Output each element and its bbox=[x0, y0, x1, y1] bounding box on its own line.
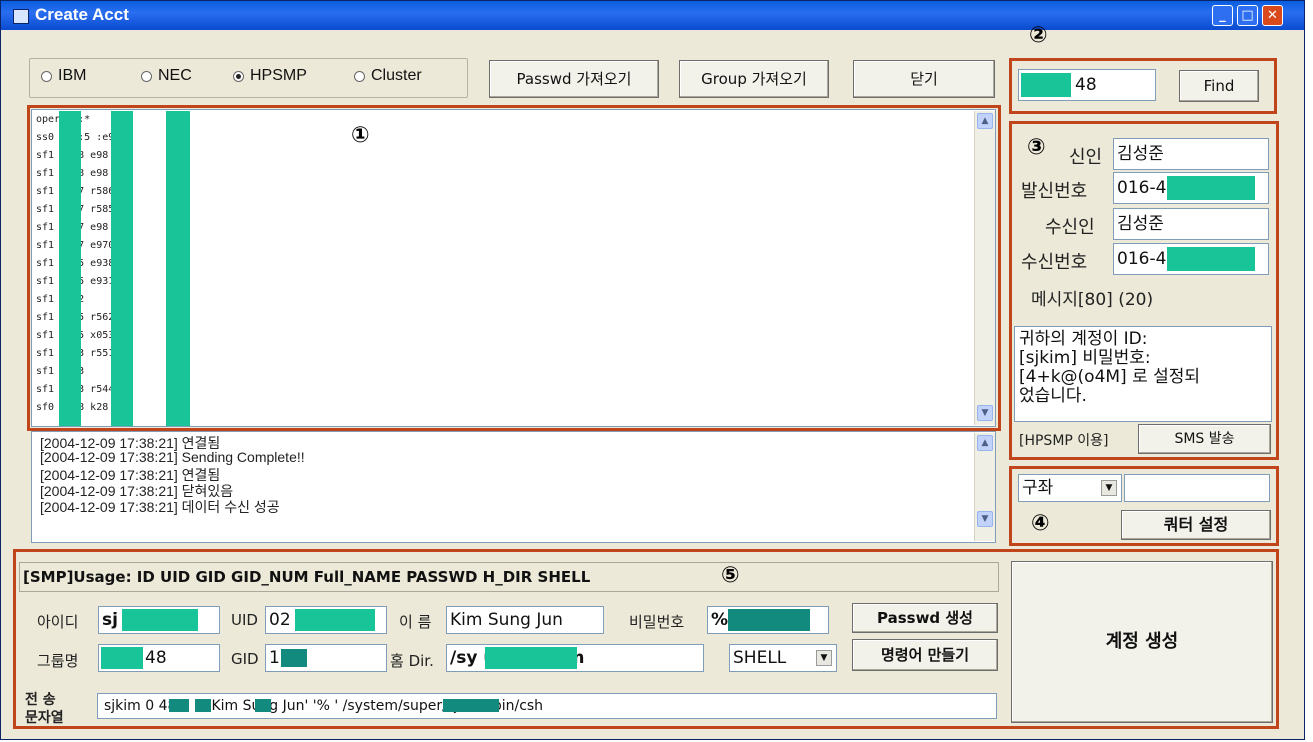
radio-dot-icon bbox=[41, 70, 52, 82]
close-button[interactable]: 닫기 bbox=[853, 60, 995, 98]
section-2-highlight bbox=[1009, 58, 1277, 114]
passwd-fetch-button[interactable]: Passwd 가져오기 bbox=[489, 60, 659, 98]
maximize-icon[interactable]: □ bbox=[1237, 5, 1258, 26]
log-line: [2004-12-09 17:38:21] 데이터 수신 성공 bbox=[40, 499, 280, 515]
scroll-down-icon[interactable]: ▼ bbox=[977, 511, 993, 527]
log-area[interactable]: [2004-12-09 17:38:21] 연결됨 [2004-12-09 17:… bbox=[31, 431, 996, 543]
log-scrollbar[interactable]: ▲ ▼ bbox=[974, 433, 995, 541]
radio-dot-icon bbox=[354, 70, 365, 82]
group-fetch-button[interactable]: Group 가져오기 bbox=[679, 60, 829, 98]
window-title: Create Acct bbox=[35, 5, 129, 24]
radio-label: Cluster bbox=[371, 67, 422, 84]
radio-dot-icon bbox=[141, 70, 152, 82]
app-icon bbox=[13, 9, 29, 24]
section-1-highlight bbox=[27, 105, 1001, 431]
marker-3: ③ bbox=[1027, 135, 1046, 160]
marker-1: ① bbox=[351, 123, 370, 148]
radio-hpsmp[interactable]: HPSMP bbox=[233, 67, 307, 85]
radio-dot-icon bbox=[233, 70, 244, 82]
radio-label: IBM bbox=[58, 67, 87, 84]
radio-nec[interactable]: NEC bbox=[141, 67, 192, 85]
radio-cluster[interactable]: Cluster bbox=[354, 67, 422, 85]
radio-label: HPSMP bbox=[250, 67, 307, 84]
title-bar[interactable]: Create Acct _ □ ✕ bbox=[1, 1, 1304, 30]
scroll-up-icon[interactable]: ▲ bbox=[977, 435, 993, 451]
radio-ibm[interactable]: IBM bbox=[41, 67, 86, 85]
marker-4: ④ bbox=[1031, 511, 1050, 536]
radio-label: NEC bbox=[158, 67, 192, 84]
close-icon[interactable]: ✕ bbox=[1262, 5, 1283, 26]
log-line: [2004-12-09 17:38:21] Sending Complete!! bbox=[40, 449, 305, 465]
section-3-highlight bbox=[1009, 121, 1279, 460]
section-5-highlight bbox=[13, 549, 1279, 729]
marker-2: ② bbox=[1029, 23, 1048, 48]
minimize-icon[interactable]: _ bbox=[1212, 5, 1233, 26]
create-acct-window: Create Acct _ □ ✕ IBM NEC HPSMP Cluster … bbox=[0, 0, 1305, 740]
